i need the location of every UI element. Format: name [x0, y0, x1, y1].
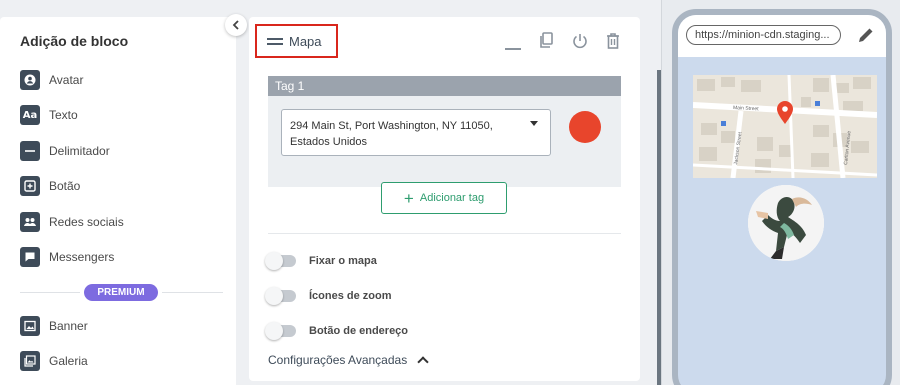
scrollbar[interactable] [657, 70, 661, 385]
phone-header: https://minion-cdn.staging... [678, 15, 886, 57]
address-select[interactable]: 294 Main St, Port Washington, NY 11050, … [281, 109, 551, 156]
pencil-icon[interactable] [856, 25, 876, 45]
social-icon [20, 212, 40, 232]
copy-icon[interactable] [537, 32, 555, 50]
toggle-knob [265, 252, 283, 270]
toggle-knob [265, 287, 283, 305]
add-tag-label: Adicionar tag [419, 192, 485, 204]
toggle-knob [265, 322, 283, 340]
block-item-label: Botão [49, 179, 81, 193]
chevron-up-icon [417, 356, 429, 368]
block-item-messengers[interactable]: Messengers [20, 246, 114, 268]
toggle-label: Fixar o mapa [309, 255, 377, 267]
block-item-divider[interactable]: Delimitador [20, 140, 110, 162]
preview-url[interactable]: https://minion-cdn.staging... [686, 25, 841, 45]
plus-icon: + [403, 188, 414, 208]
divider-icon [20, 141, 40, 161]
premium-divider: PREMIUM [20, 284, 223, 301]
sidebar-title: Adição de bloco [20, 33, 129, 49]
advanced-settings-label: Configurações Avançadas [268, 353, 408, 367]
toggle-label: Botão de endereço [309, 325, 409, 337]
block-item-gallery[interactable]: Galeria [20, 350, 88, 372]
block-item-avatar[interactable]: Avatar [20, 69, 83, 91]
block-item-label: Banner [49, 319, 88, 333]
block-item-label: Avatar [49, 73, 84, 87]
tag-card: Tag 1 294 Main St, Port Washington, NY 1… [268, 76, 621, 187]
block-item-banner[interactable]: Banner [20, 315, 88, 337]
advanced-settings-toggle[interactable]: Configurações Avançadas [268, 353, 429, 368]
dropdown-arrow-icon [530, 121, 538, 126]
tag-header: Tag 1 [268, 76, 621, 96]
premium-line-left [20, 292, 80, 293]
address-value: 294 Main St, Port Washington, NY 11050, … [290, 120, 493, 148]
block-item-text[interactable]: Aa Texto [20, 104, 78, 126]
block-item-button[interactable]: Botão [20, 175, 80, 197]
block-item-label: Delimitador [49, 144, 110, 158]
section-divider [268, 233, 621, 234]
add-tag-button[interactable]: + Adicionar tag [381, 182, 507, 214]
toggle-label: Ícones de zoom [309, 290, 392, 302]
minimize-icon[interactable] [505, 48, 521, 50]
phone-preview: https://minion-cdn.staging... Main Stree… [672, 9, 892, 385]
block-sidebar: Adição de bloco Avatar Aa Texto Delimita… [0, 17, 236, 385]
panel-header-highlight: Mapa [255, 24, 338, 58]
block-item-label: Redes sociais [49, 215, 124, 229]
map-preview[interactable]: Main Street Jackson Street Carlton Avenu… [693, 75, 877, 178]
avatar-image [748, 185, 824, 261]
tag-color-picker[interactable] [569, 111, 601, 143]
banner-icon [20, 316, 40, 336]
toggle-zoom-icons[interactable]: Ícones de zoom [265, 287, 392, 305]
panel-title: Mapa [289, 33, 322, 49]
premium-badge: PREMIUM [84, 284, 158, 301]
toggle-address-button[interactable]: Botão de endereço [265, 322, 409, 340]
button-icon [20, 176, 40, 196]
toggle-switch[interactable] [265, 287, 296, 305]
block-editor-panel: Mapa Tag 1 294 Main St, Port Washington,… [249, 17, 640, 381]
block-item-label: Galeria [49, 354, 88, 368]
block-item-social[interactable]: Redes sociais [20, 211, 124, 233]
toggle-switch[interactable] [265, 252, 296, 270]
avatar-icon [20, 70, 40, 90]
trash-icon[interactable] [604, 32, 622, 50]
gallery-icon [20, 351, 40, 371]
premium-line-right [162, 292, 223, 293]
power-icon[interactable] [571, 32, 589, 50]
drag-handle-icon[interactable] [267, 37, 283, 45]
toggle-switch[interactable] [265, 322, 296, 340]
chat-icon [20, 247, 40, 267]
chevron-left-icon [232, 20, 239, 30]
block-item-label: Messengers [49, 250, 115, 264]
block-item-label: Texto [49, 108, 78, 122]
toggle-fix-map[interactable]: Fixar o mapa [265, 252, 377, 270]
text-icon: Aa [20, 105, 40, 125]
collapse-sidebar-button[interactable] [225, 14, 247, 36]
